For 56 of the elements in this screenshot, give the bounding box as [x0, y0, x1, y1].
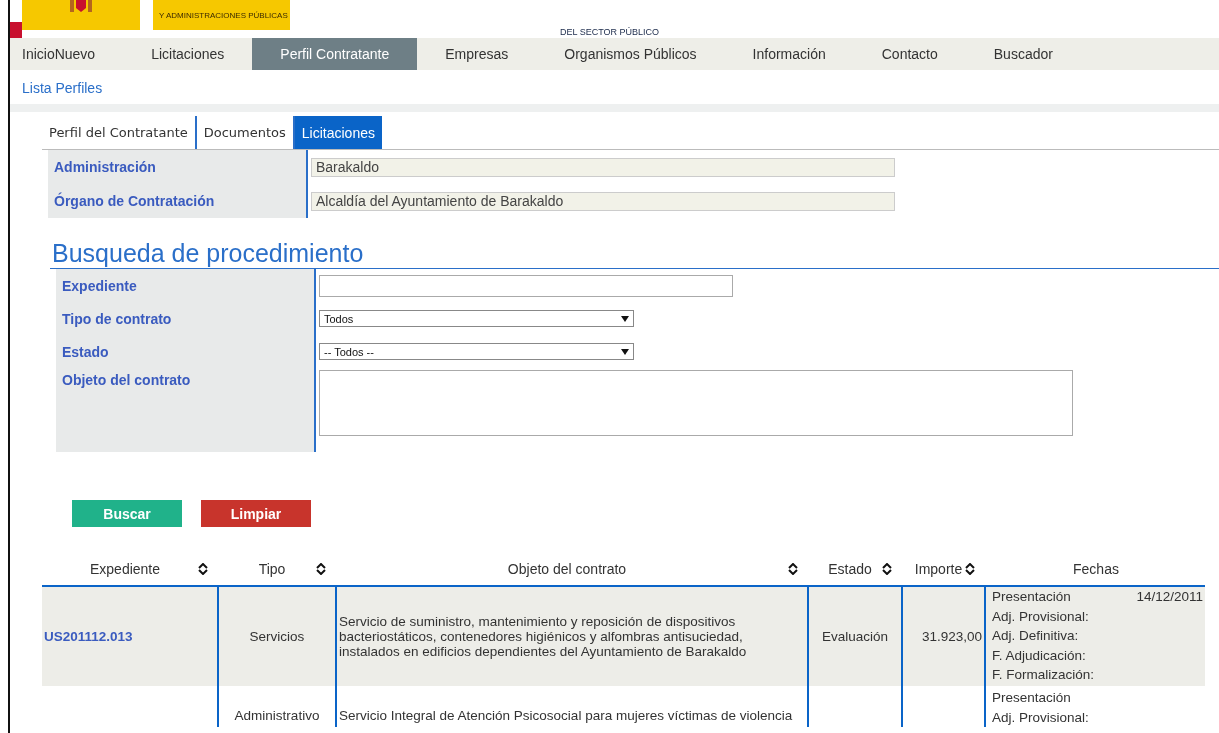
logo-subtitle: DEL SECTOR PÚBLICO	[560, 27, 660, 38]
tab[interactable]: Licitaciones	[294, 116, 382, 149]
readonly-field: Alcaldía del Ayuntamiento de Barakaldo	[311, 191, 895, 211]
field-label: Administración	[48, 150, 306, 184]
date-label: F. Adjudicación:	[992, 646, 1086, 665]
table-cell: Servicio Integral de Atención Psicosocial para mujeres víctimas de violencia	[339, 708, 793, 723]
date-label: Adj. Definitiva:	[992, 627, 1079, 645]
nav-item[interactable]: Contacto	[853, 38, 966, 70]
dropdown-arrow-icon	[621, 348, 629, 355]
nav-item[interactable]: InicioNuevo	[10, 38, 124, 70]
sort-icon[interactable]	[882, 563, 892, 575]
table-cell: Evaluación	[821, 629, 888, 644]
clear-button[interactable]: Limpiar	[201, 500, 311, 527]
dropdown-value: -- Todos --	[324, 345, 374, 358]
dropdown[interactable]: -- Todos --	[319, 343, 634, 360]
coat-of-arms-icon	[70, 0, 92, 12]
column-header: Fechas	[1072, 561, 1120, 577]
record-link[interactable]: US201112.013	[44, 629, 133, 644]
date-label: Adj. Provisional:	[992, 607, 1089, 626]
table-cell: Servicios	[249, 629, 305, 644]
field-label: Objeto del contrato	[56, 368, 314, 452]
date-label: F. Formalización:	[992, 666, 1095, 684]
column-header: Objeto del contrato	[506, 561, 628, 577]
sort-icon[interactable]	[788, 563, 798, 575]
readonly-field: Barakaldo	[311, 157, 895, 177]
date-label: Presentación	[992, 689, 1071, 707]
sort-icon[interactable]	[316, 563, 326, 575]
column-header: Tipo	[257, 561, 287, 577]
table-cell: Servicio de suministro, mantenimiento y reposición de dispositivos bacteriostáticos, contenedores higiénicos y alfombras antisuciedad, instalados en edificios dependientes del Ayuntamiento de Barakaldo	[339, 614, 747, 659]
column-header: Expediente	[88, 561, 162, 577]
table-cell: Administrativo	[234, 708, 320, 723]
table-cell: 31.923,00	[921, 629, 982, 644]
field-label: Tipo de contrato	[56, 302, 314, 335]
date-label: Adj. Provisional:	[992, 708, 1089, 727]
dropdown[interactable]: Todos	[319, 310, 634, 327]
dropdown-value: Todos	[324, 312, 354, 325]
nav-item[interactable]: Licitaciones	[123, 38, 253, 70]
breadcrumb-link[interactable]: Lista Perfiles	[10, 70, 1219, 104]
column-header: Estado	[827, 561, 873, 577]
text-field[interactable]	[319, 274, 733, 297]
flag-strip	[10, 22, 22, 38]
ministry-name: Y ADMINISTRACIONES PÚBLICAS	[159, 10, 288, 20]
nav-item[interactable]: Empresas	[417, 38, 537, 70]
sort-icon[interactable]	[198, 563, 208, 575]
nav-item[interactable]: Buscador	[965, 38, 1081, 70]
sort-icon[interactable]	[965, 563, 975, 575]
column-header: Importe	[914, 561, 963, 577]
dropdown-arrow-icon	[621, 315, 629, 322]
field-label: Estado	[56, 335, 314, 368]
nav-item[interactable]: Perfil Contratante	[252, 38, 418, 70]
nav-item[interactable]: Organismos Públicos	[536, 38, 725, 70]
field-label: Expediente	[56, 269, 314, 302]
date-value: 14/12/2011	[1136, 588, 1203, 606]
date-label: Presentación	[992, 588, 1071, 606]
field-label: Órgano de Contratación	[48, 184, 306, 218]
nav-item[interactable]: Información	[724, 38, 854, 70]
